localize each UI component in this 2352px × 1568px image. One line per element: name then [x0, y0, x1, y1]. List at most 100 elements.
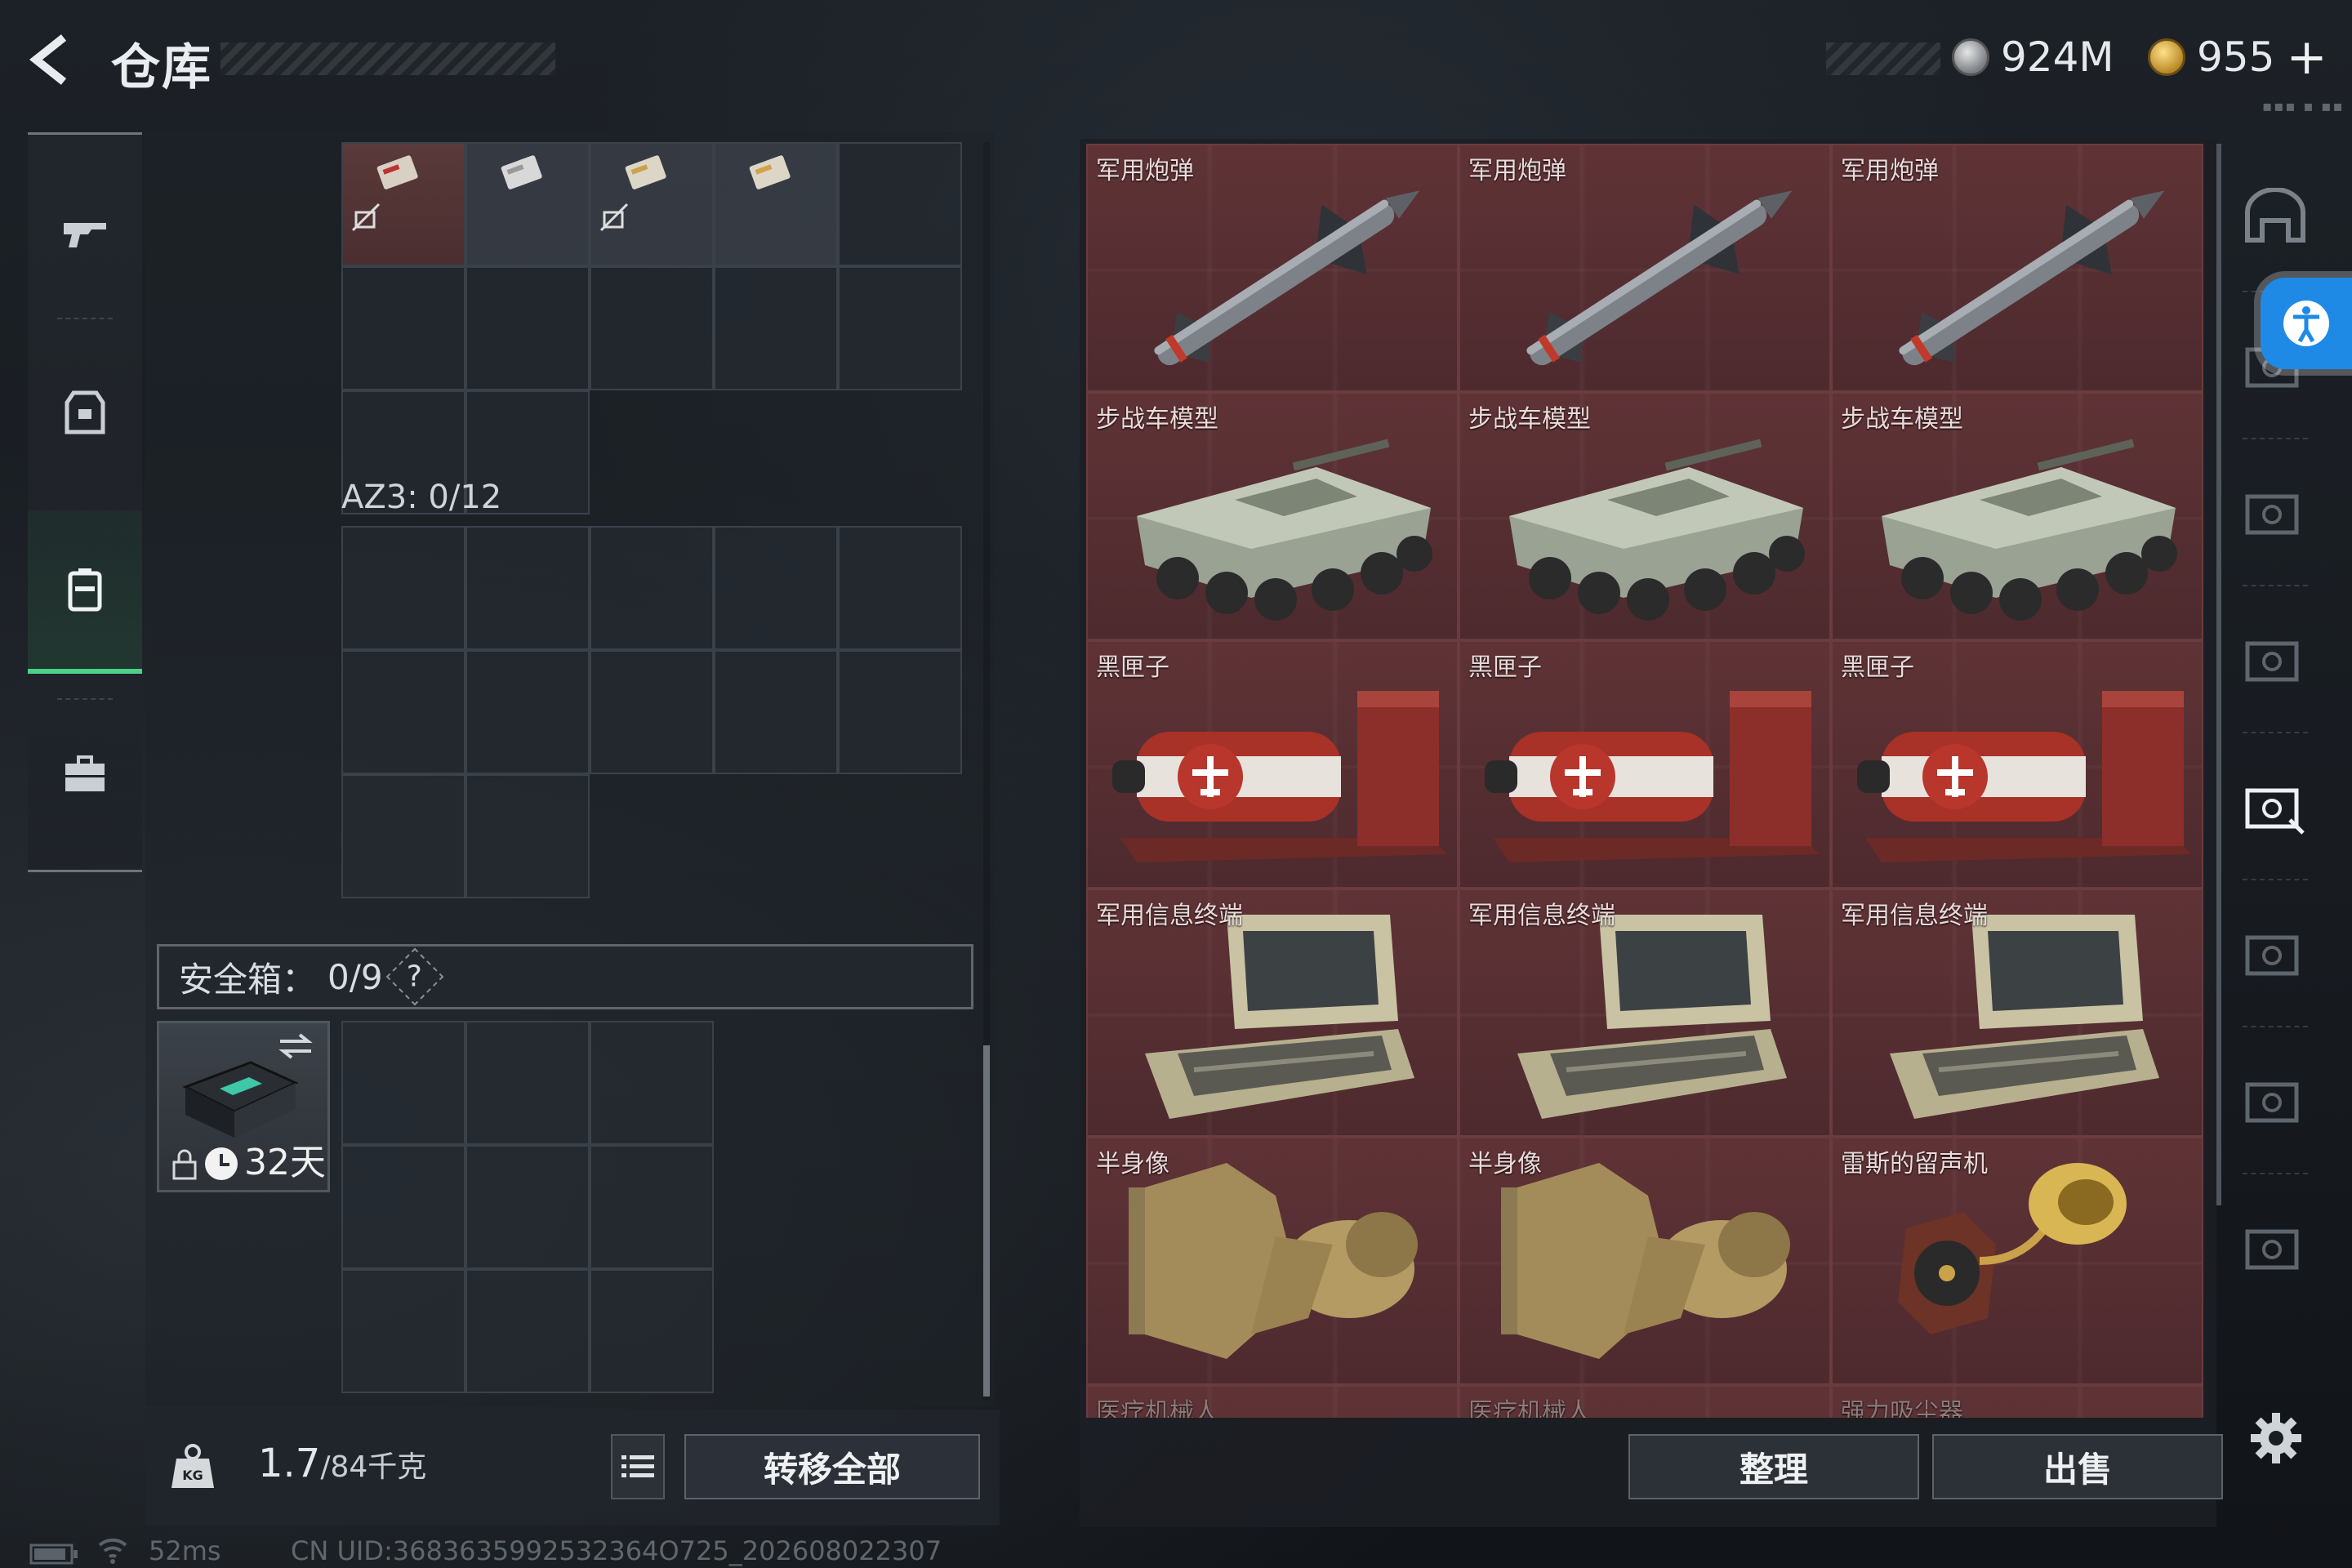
grid-cell[interactable]: [838, 266, 962, 390]
grid-cell[interactable]: [590, 526, 714, 650]
add-currency-button[interactable]: +: [2286, 33, 2327, 82]
grid-cell[interactable]: [838, 142, 962, 266]
grid-cell[interactable]: [341, 650, 466, 774]
settings-gear-icon[interactable]: [2247, 1410, 2305, 1467]
grid-cell[interactable]: [714, 526, 838, 650]
item-name: 医疗机械人: [1468, 1398, 1591, 1418]
title-decoration: [220, 42, 555, 75]
tab-page-5[interactable]: [2226, 882, 2324, 1027]
grid-cell[interactable]: [341, 526, 466, 650]
organize-button[interactable]: 整理: [1628, 1434, 1919, 1499]
tab-page-6[interactable]: [2226, 1029, 2324, 1174]
item-bust[interactable]: 半身像: [1459, 1137, 1831, 1385]
rail-weapon[interactable]: [28, 151, 142, 314]
grid-cell[interactable]: [590, 1021, 714, 1145]
grid-cell[interactable]: [714, 266, 838, 390]
version-text: ▪▪▪ ▪ ▪▪: [2262, 98, 2345, 115]
rail-divider: [2243, 438, 2308, 439]
item-name: 步战车模型: [1841, 405, 1963, 434]
safe-box-grid: [341, 1021, 714, 1393]
item-name: 军用信息终端: [1468, 902, 1615, 930]
safe-tab-icon: [2245, 935, 2299, 976]
rail-case[interactable]: [28, 693, 142, 857]
item-military-terminal[interactable]: 军用信息终端: [1831, 889, 2203, 1137]
safe-case-item[interactable]: 32天: [157, 1021, 330, 1192]
grid-cell[interactable]: [466, 1021, 590, 1145]
help-icon[interactable]: ?: [385, 947, 443, 1006]
rail-divider: [2243, 585, 2308, 586]
item-ifv-model[interactable]: 步战车模型: [1831, 392, 2203, 640]
grid-cell-keycard[interactable]: [466, 142, 590, 266]
grid-cell[interactable]: [838, 650, 962, 774]
item-black-box[interactable]: 黑匣子: [1086, 640, 1459, 889]
grid-cell[interactable]: [341, 1021, 466, 1145]
rail-backpack[interactable]: [28, 510, 142, 674]
item-bust[interactable]: 半身像: [1086, 1137, 1459, 1385]
item-ifv-model[interactable]: 步战车模型: [1459, 392, 1831, 640]
currency-silver: 924M: [1952, 31, 2114, 83]
sell-button[interactable]: 出售: [1932, 1434, 2223, 1499]
no-entry-icon: [351, 203, 381, 232]
currency-gold: 955 +: [2148, 31, 2328, 83]
keycard-icon: [749, 155, 791, 189]
item-military-shell[interactable]: 军用炮弹: [1459, 144, 1831, 392]
grid-cell[interactable]: [466, 650, 590, 774]
right-scrollbar-thumb[interactable]: [2216, 144, 2221, 1205]
item-medical-robot[interactable]: 医疗机械人: [1459, 1385, 1831, 1418]
swap-icon[interactable]: [275, 1030, 316, 1062]
grid-cell[interactable]: [590, 1145, 714, 1269]
grid-cell[interactable]: [466, 526, 590, 650]
accessibility-button[interactable]: [2261, 278, 2352, 369]
tab-page-3[interactable]: [2226, 588, 2324, 733]
grid-cell[interactable]: [341, 1145, 466, 1269]
list-icon: [621, 1455, 654, 1477]
user-uid: CN UID:3683635992532364O725_202608022307: [291, 1535, 942, 1566]
grid-cell[interactable]: [341, 266, 466, 390]
weight-max: /84千克: [320, 1450, 427, 1484]
currency-silver-value: 924M: [2001, 33, 2114, 81]
rail-divider: [2243, 732, 2308, 733]
ping-readout: 52ms: [149, 1535, 221, 1566]
tab-page-4-active[interactable]: [2226, 735, 2324, 880]
grid-cell-keycard[interactable]: [341, 142, 466, 266]
list-view-button[interactable]: [611, 1434, 665, 1499]
tab-page-7[interactable]: [2226, 1176, 2324, 1321]
item-military-shell[interactable]: 军用炮弹: [1086, 144, 1459, 392]
grid-cell[interactable]: [341, 774, 466, 898]
item-black-box[interactable]: 黑匣子: [1459, 640, 1831, 889]
grid-cell[interactable]: [466, 774, 590, 898]
item-gramophone[interactable]: 雷斯的留声机: [1831, 1137, 2203, 1385]
category-rail: [28, 132, 142, 872]
left-scrollbar-thumb[interactable]: [983, 1045, 990, 1396]
safe-tab-icon: [2245, 641, 2299, 682]
item-vacuum[interactable]: 强力吸尘器: [1831, 1385, 2203, 1418]
transfer-all-button[interactable]: 转移全部: [684, 1434, 980, 1499]
grid-cell[interactable]: [466, 1269, 590, 1393]
item-medical-robot[interactable]: 医疗机械人: [1086, 1385, 1459, 1418]
safe-box-header: 安全箱： 0/9 ?: [157, 944, 973, 1009]
item-military-shell[interactable]: 军用炮弹: [1831, 144, 2203, 392]
grid-cell[interactable]: [714, 650, 838, 774]
item-military-terminal[interactable]: 军用信息终端: [1086, 889, 1459, 1137]
back-arrow-icon[interactable]: [24, 31, 82, 88]
grid-cell[interactable]: [838, 526, 962, 650]
item-black-box[interactable]: 黑匣子: [1831, 640, 2203, 889]
grid-cell[interactable]: [590, 266, 714, 390]
grid-cell[interactable]: [341, 1269, 466, 1393]
keycard-icon: [376, 155, 418, 189]
backpack-icon: [68, 568, 102, 612]
grid-cell[interactable]: [590, 650, 714, 774]
rail-divider: [57, 318, 113, 319]
tab-all[interactable]: [2226, 144, 2324, 289]
grid-cell[interactable]: [466, 266, 590, 390]
grid-cell-keycard[interactable]: [590, 142, 714, 266]
rail-divider: [2243, 1173, 2308, 1174]
item-ifv-model[interactable]: 步战车模型: [1086, 392, 1459, 640]
grid-cell[interactable]: [590, 1269, 714, 1393]
currency-gold-value: 955: [2197, 33, 2275, 81]
item-military-terminal[interactable]: 军用信息终端: [1459, 889, 1831, 1137]
grid-cell-keycard[interactable]: [714, 142, 838, 266]
tab-page-2[interactable]: [2226, 441, 2324, 586]
grid-cell[interactable]: [466, 1145, 590, 1269]
rail-armor[interactable]: [28, 331, 142, 494]
